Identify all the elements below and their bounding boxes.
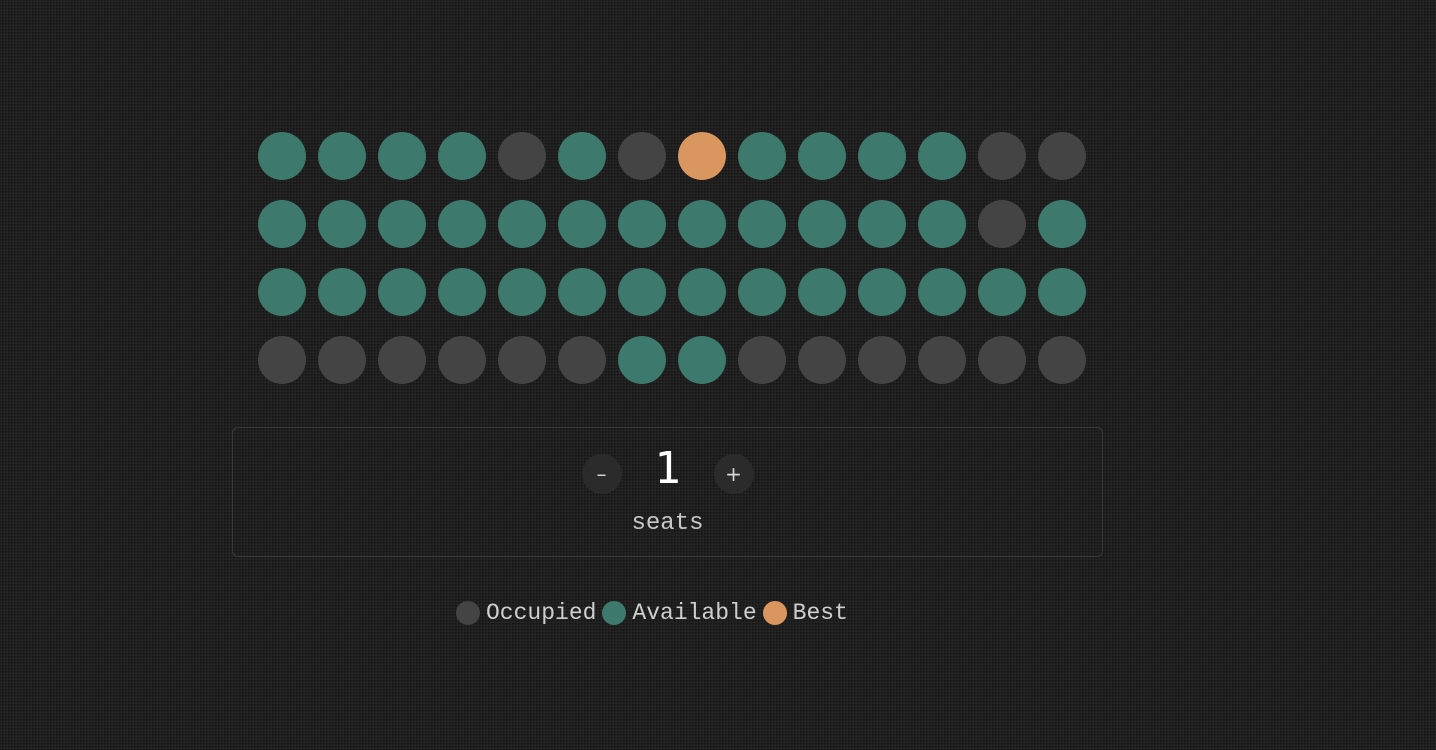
legend-label-best: Best bbox=[792, 600, 848, 626]
seat-available[interactable] bbox=[258, 200, 306, 248]
seat-occupied bbox=[978, 200, 1026, 248]
seat-available[interactable] bbox=[558, 268, 606, 316]
seat-available[interactable] bbox=[738, 200, 786, 248]
seat-available[interactable] bbox=[258, 132, 306, 180]
seat-available[interactable] bbox=[258, 268, 306, 316]
seat-available[interactable] bbox=[618, 336, 666, 384]
seat-available[interactable] bbox=[558, 132, 606, 180]
seat-available[interactable] bbox=[498, 200, 546, 248]
seat-available[interactable] bbox=[918, 268, 966, 316]
seat-available[interactable] bbox=[798, 132, 846, 180]
seat-available[interactable] bbox=[678, 336, 726, 384]
seat-occupied bbox=[498, 336, 546, 384]
seat-available[interactable] bbox=[798, 200, 846, 248]
seat-count-value: 1 bbox=[654, 443, 681, 494]
legend-item-occupied: Occupied bbox=[456, 600, 596, 626]
seat-available[interactable] bbox=[618, 268, 666, 316]
seat-available[interactable] bbox=[378, 200, 426, 248]
seat-available[interactable] bbox=[858, 132, 906, 180]
seat-available[interactable] bbox=[618, 200, 666, 248]
seat-occupied bbox=[318, 336, 366, 384]
seat-available[interactable] bbox=[318, 200, 366, 248]
seat-count-panel: – 1 + seats bbox=[232, 427, 1103, 557]
occupied-dot-icon bbox=[456, 601, 480, 625]
seat-available[interactable] bbox=[438, 200, 486, 248]
seat-available[interactable] bbox=[318, 268, 366, 316]
seat-occupied bbox=[738, 336, 786, 384]
seat-available[interactable] bbox=[378, 132, 426, 180]
seat-available[interactable] bbox=[438, 132, 486, 180]
seat-occupied bbox=[1038, 132, 1086, 180]
seat-occupied bbox=[1038, 336, 1086, 384]
seat-occupied bbox=[858, 336, 906, 384]
seat-available[interactable] bbox=[798, 268, 846, 316]
seat-occupied bbox=[378, 336, 426, 384]
seat-occupied bbox=[258, 336, 306, 384]
seat-occupied bbox=[798, 336, 846, 384]
seat-available[interactable] bbox=[498, 268, 546, 316]
seat-available[interactable] bbox=[1038, 200, 1086, 248]
seat-available[interactable] bbox=[738, 132, 786, 180]
available-dot-icon bbox=[602, 601, 627, 625]
seat-occupied bbox=[978, 336, 1026, 384]
seat-available[interactable] bbox=[858, 200, 906, 248]
seat-best[interactable] bbox=[678, 132, 726, 180]
seat-occupied bbox=[558, 336, 606, 384]
seat-available[interactable] bbox=[738, 268, 786, 316]
seat-available[interactable] bbox=[378, 268, 426, 316]
seat-count-stepper: – 1 + bbox=[233, 444, 1102, 494]
seat-occupied bbox=[438, 336, 486, 384]
seat-available[interactable] bbox=[438, 268, 486, 316]
seat-occupied bbox=[918, 336, 966, 384]
seat-count-unit-label: seats bbox=[631, 510, 704, 537]
seat-available[interactable] bbox=[918, 132, 966, 180]
seat-available[interactable] bbox=[978, 268, 1026, 316]
seat-available[interactable] bbox=[558, 200, 606, 248]
seat-map bbox=[258, 132, 1086, 384]
decrement-button[interactable]: – bbox=[581, 454, 622, 494]
legend-label-occupied: Occupied bbox=[486, 600, 597, 626]
seat-available[interactable] bbox=[678, 268, 726, 316]
seat-available[interactable] bbox=[318, 132, 366, 180]
seat-occupied bbox=[498, 132, 546, 180]
best-dot-icon bbox=[762, 601, 787, 625]
seat-available[interactable] bbox=[1038, 268, 1086, 316]
legend-item-available: Available bbox=[602, 600, 757, 626]
seat-occupied bbox=[978, 132, 1026, 180]
legend-label-available: Available bbox=[632, 600, 757, 626]
seat-occupied bbox=[618, 132, 666, 180]
seat-available[interactable] bbox=[678, 200, 726, 248]
seat-available[interactable] bbox=[918, 200, 966, 248]
seat-available[interactable] bbox=[858, 268, 906, 316]
increment-button[interactable]: + bbox=[713, 454, 754, 494]
legend-item-best: Best bbox=[762, 600, 848, 626]
